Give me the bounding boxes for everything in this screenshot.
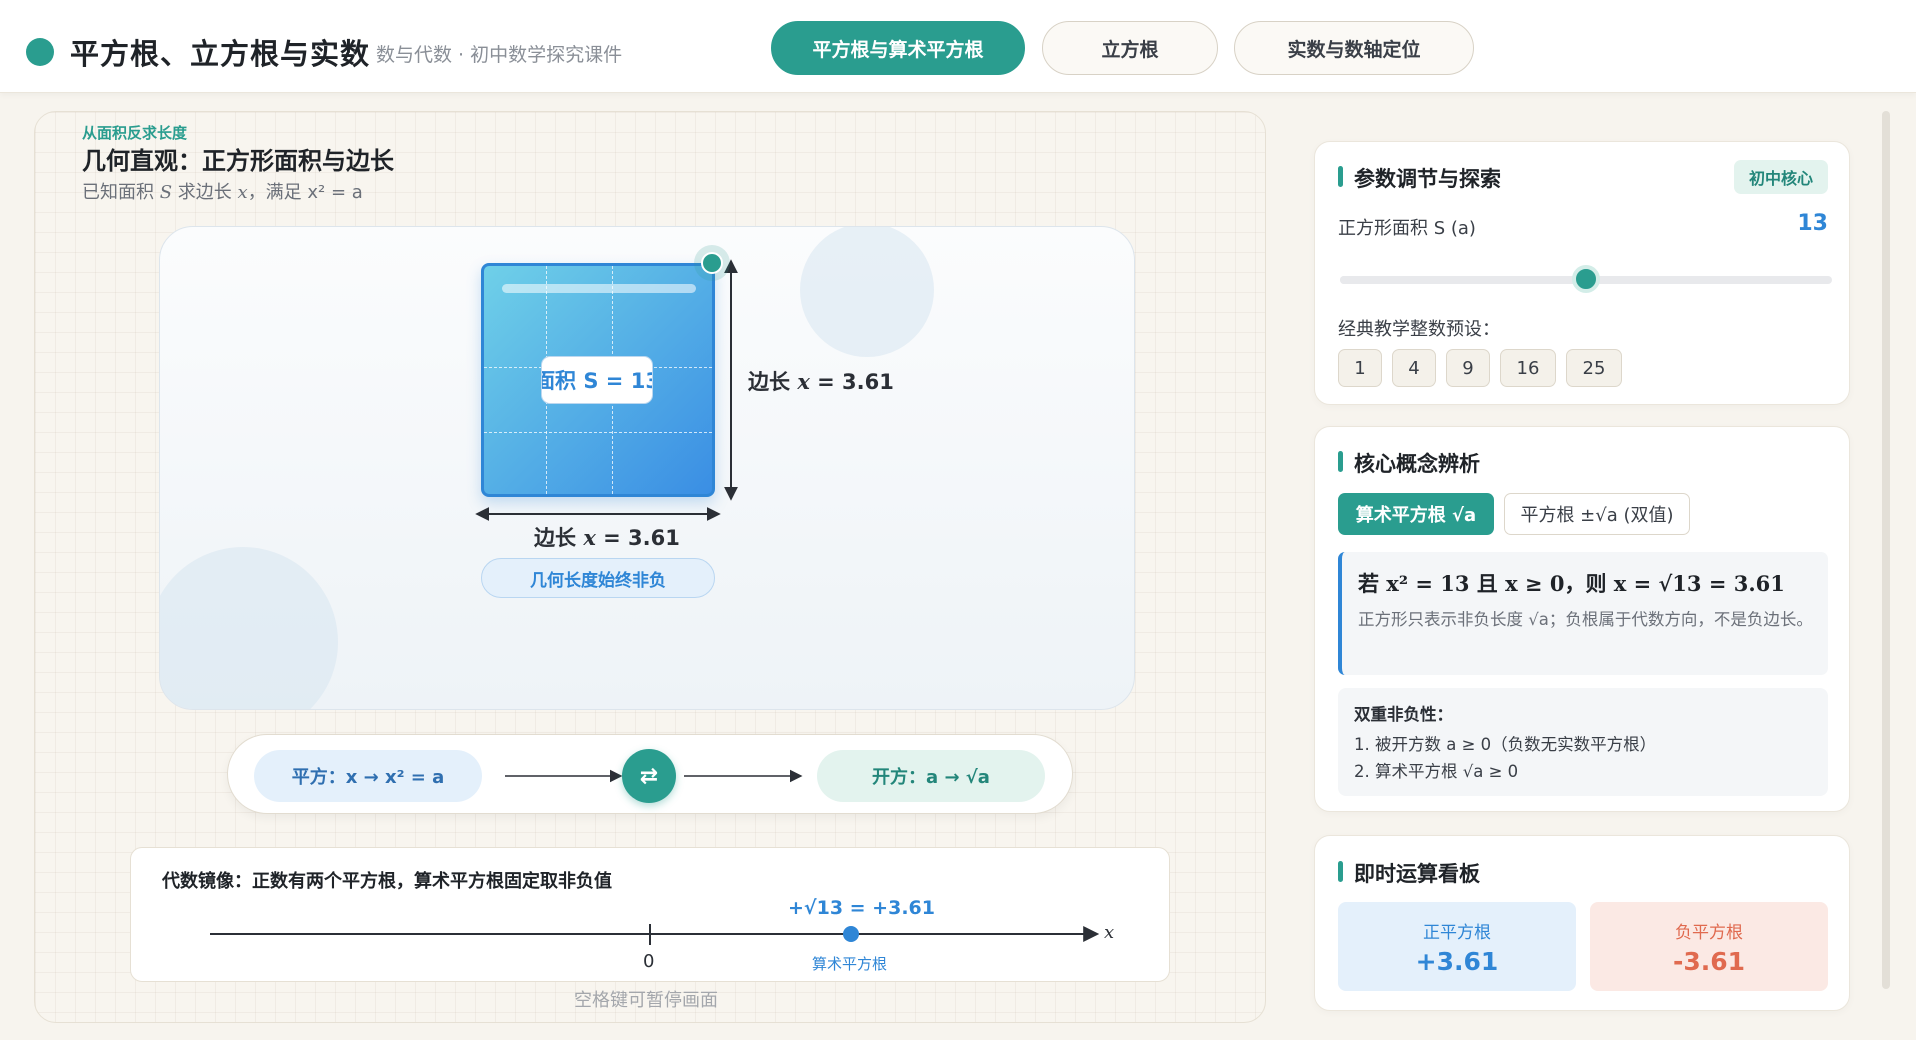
- concept-title: 核心概念辨析: [1338, 448, 1480, 478]
- pause-hint: 空格键可暂停画面: [574, 990, 718, 1011]
- tab-plus-minus-root[interactable]: 平方根 ±√a (双值): [1504, 493, 1690, 535]
- positive-root-value: +3.61: [1415, 946, 1499, 976]
- area-slider-thumb[interactable]: [1572, 265, 1600, 293]
- tab-arithmetic-root[interactable]: 算术平方根 √a: [1338, 493, 1494, 535]
- negative-root-label: 负平方根: [1675, 922, 1743, 943]
- sqrt-value-label: +√13 = +3.61: [788, 897, 935, 919]
- params-title: 参数调节与探索: [1338, 163, 1501, 193]
- positive-root-card: 正平方根 +3.61: [1338, 902, 1576, 991]
- right-scrollbar[interactable]: [1882, 111, 1890, 989]
- axis-variable-label: x: [1104, 922, 1115, 943]
- concept-explanation: 正方形只表示非负长度 √a；负根属于代数方向，不是负边长。: [1358, 610, 1813, 629]
- nonnegativity-item: 1. 被开方数 a ≥ 0（负数无实数平方根）: [1354, 735, 1657, 754]
- positive-root-label: 正平方根: [1423, 922, 1491, 943]
- preset-button-9[interactable]: 9: [1446, 349, 1490, 387]
- presets-label: 经典教学整数预设：: [1338, 319, 1500, 340]
- negative-root-card: 负平方根 -3.61: [1590, 902, 1828, 991]
- area-slider-fill: [1340, 276, 1586, 284]
- sqrt-point-label: 算术平方根: [812, 955, 888, 973]
- area-param-label: 正方形面积 S (a): [1338, 218, 1476, 239]
- sqrt-point-marker: [843, 926, 859, 942]
- area-param-value: 13: [1797, 211, 1828, 236]
- core-badge: 初中核心: [1734, 160, 1828, 194]
- preset-button-1[interactable]: 1: [1338, 349, 1382, 387]
- concept-statement: 若 x² = 13 且 x ≥ 0，则 x = √13 = 3.61: [1358, 571, 1785, 596]
- calc-title: 即时运算看板: [1338, 858, 1480, 888]
- zero-tick-label: 0: [643, 951, 655, 972]
- negative-root-value: -3.61: [1672, 946, 1746, 976]
- preset-button-25[interactable]: 25: [1566, 349, 1622, 387]
- double-nonnegativity-title: 双重非负性：: [1354, 705, 1453, 724]
- nonnegativity-item: 2. 算术平方根 √a ≥ 0: [1354, 762, 1519, 781]
- preset-button-16[interactable]: 16: [1500, 349, 1556, 387]
- preset-button-4[interactable]: 4: [1392, 349, 1436, 387]
